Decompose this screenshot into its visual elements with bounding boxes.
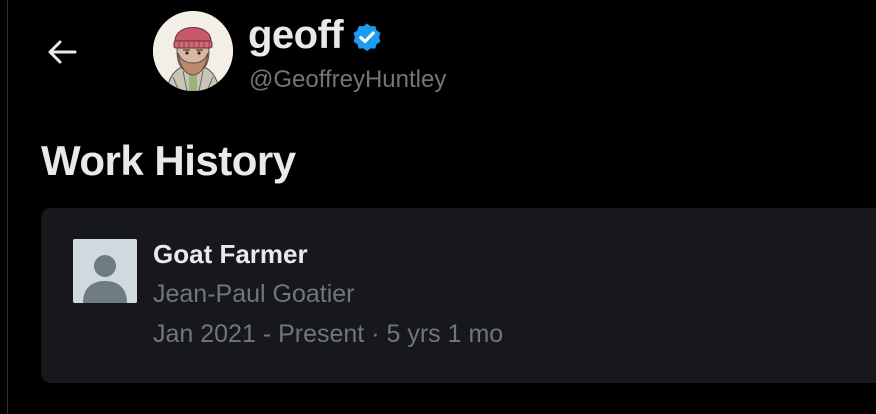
profile-handle[interactable]: @GeoffreyHuntley [249, 66, 446, 94]
company-name: Jean-Paul Goatier [153, 280, 355, 308]
job-title: Goat Farmer [153, 239, 308, 269]
work-history-card[interactable]: Goat Farmer Jean-Paul Goatier Jan 2021 -… [41, 208, 876, 383]
company-placeholder-icon [73, 239, 137, 303]
verified-badge-icon[interactable] [349, 19, 385, 55]
profile-name-row: geoff [248, 12, 385, 58]
profile-work-history-page: geoff @GeoffreyHuntley Work History Goat… [0, 0, 876, 414]
avatar[interactable] [153, 11, 233, 91]
arrow-left-icon [48, 40, 77, 64]
page-title: Work History [41, 137, 296, 184]
profile-name[interactable]: geoff [248, 15, 344, 55]
avatar-illustration-icon [153, 11, 233, 91]
back-button[interactable] [40, 30, 84, 74]
column-divider [7, 0, 8, 414]
employment-period: Jan 2021 - Present · 5 yrs 1 mo [153, 320, 503, 349]
date-range: Jan 2021 - Present [153, 320, 365, 348]
duration: 5 yrs 1 mo [386, 320, 504, 348]
dot-separator: · [364, 320, 387, 348]
